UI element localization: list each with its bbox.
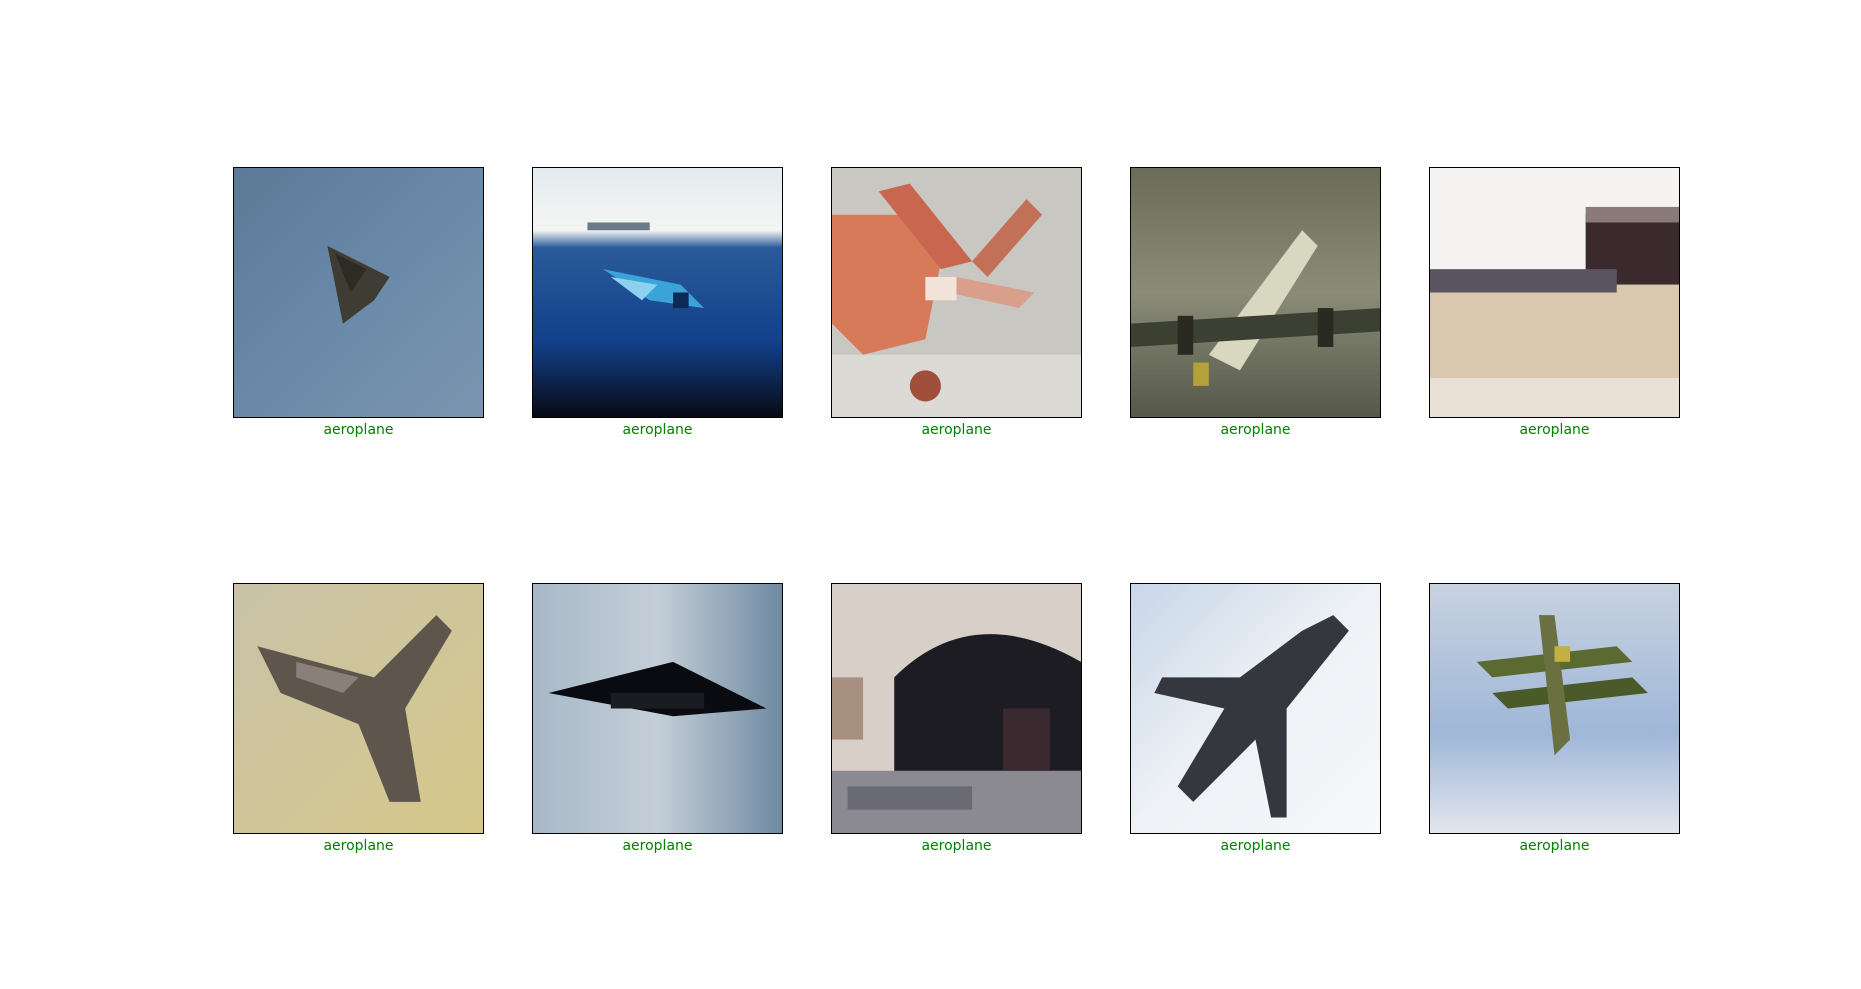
image-cell: aeroplane [532, 167, 783, 439]
image-label: aeroplane [1220, 838, 1291, 854]
image-cell: aeroplane [1130, 583, 1381, 855]
aeroplane-image [831, 583, 1082, 834]
image-cell: aeroplane [831, 167, 1082, 439]
image-cell: aeroplane [233, 167, 484, 439]
aeroplane-image [233, 167, 484, 418]
image-cell: aeroplane [831, 583, 1082, 855]
image-label: aeroplane [622, 422, 693, 438]
aeroplane-image [1130, 583, 1381, 834]
image-grid: aeroplane aeroplane aeroplane aeroplane … [0, 0, 1861, 989]
image-cell: aeroplane [1429, 583, 1680, 855]
aeroplane-image [831, 167, 1082, 418]
image-cell: aeroplane [532, 583, 783, 855]
image-label: aeroplane [323, 838, 394, 854]
image-label: aeroplane [921, 422, 992, 438]
aeroplane-image [1429, 583, 1680, 834]
image-cell: aeroplane [233, 583, 484, 855]
image-label: aeroplane [1519, 422, 1590, 438]
image-cell: aeroplane [1429, 167, 1680, 439]
aeroplane-image [1130, 167, 1381, 418]
image-label: aeroplane [921, 838, 992, 854]
aeroplane-image [233, 583, 484, 834]
aeroplane-image [1429, 167, 1680, 418]
image-label: aeroplane [1220, 422, 1291, 438]
image-cell: aeroplane [1130, 167, 1381, 439]
image-label: aeroplane [323, 422, 394, 438]
aeroplane-image [532, 167, 783, 418]
aeroplane-image [532, 583, 783, 834]
image-label: aeroplane [1519, 838, 1590, 854]
image-label: aeroplane [622, 838, 693, 854]
